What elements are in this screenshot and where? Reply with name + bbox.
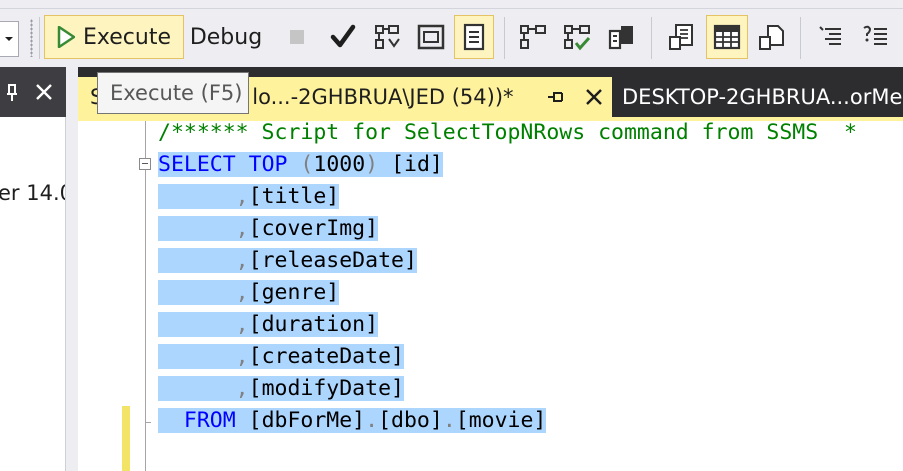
- code-line-column[interactable]: ,[genre]: [158, 278, 340, 308]
- display-estimated-plan-button[interactable]: [368, 15, 406, 59]
- pin-icon[interactable]: [546, 89, 566, 105]
- client-statistics-icon: [606, 23, 636, 51]
- outline-region-end: [145, 422, 151, 423]
- tooltip-text: Execute (F5): [110, 81, 243, 105]
- chevron-down-icon: [5, 37, 13, 41]
- tab-desktop-query[interactable]: DESKTOP-2GHBRUA...orMe: [612, 77, 903, 117]
- execute-label: Execute: [83, 24, 171, 50]
- code-line-column[interactable]: ,[modifyDate]: [158, 374, 404, 404]
- stop-icon: [289, 29, 305, 45]
- comment-lines-icon: [818, 25, 844, 49]
- code-line-comment[interactable]: /****** Script for SelectTopNRows comman…: [158, 121, 857, 148]
- unsaved-change-marker: [122, 406, 130, 471]
- results-to-file-icon: [757, 23, 785, 51]
- toolbar-grip[interactable]: [30, 19, 33, 57]
- results-to-file-button[interactable]: [752, 15, 790, 59]
- debug-label: Debug: [189, 24, 263, 50]
- tab-title: DESKTOP-2GHBRUA...orMe: [622, 85, 903, 109]
- live-statistics-icon: [562, 23, 592, 51]
- code-line-column[interactable]: ,[coverImg]: [158, 214, 379, 244]
- outline-region: [145, 171, 146, 423]
- document-icon: [463, 23, 485, 51]
- sql-editor-toolbar: Execute Debug: [0, 9, 903, 67]
- code-line-from[interactable]: FROM [dbForMe].[dbo].[movie]: [158, 406, 547, 436]
- parse-button[interactable]: [324, 15, 362, 59]
- collapse-toggle[interactable]: [139, 158, 151, 170]
- toolbar-separator: [39, 17, 40, 59]
- code-line-column[interactable]: ,[releaseDate]: [158, 246, 417, 276]
- server-tree-node[interactable]: er 14.0: [0, 181, 65, 205]
- close-icon[interactable]: [34, 82, 54, 102]
- object-explorer-panel: er 14.0: [0, 117, 66, 471]
- uncomment-lines-icon: [861, 24, 889, 50]
- results-to-grid-button[interactable]: [706, 15, 748, 59]
- toolbar-separator: [504, 17, 505, 59]
- comment-out-lines-button[interactable]: [812, 15, 850, 59]
- query-window-icon: [417, 24, 445, 50]
- object-explorer-header: [0, 67, 66, 117]
- code-line-column[interactable]: ,[duration]: [158, 310, 379, 340]
- execution-plan-icon: [373, 23, 401, 51]
- uncomment-lines-button[interactable]: [856, 15, 894, 59]
- execute-tooltip: Execute (F5): [97, 72, 249, 114]
- close-icon[interactable]: [584, 87, 604, 107]
- code-line-select[interactable]: SELECT TOP (1000) [id]: [158, 150, 443, 180]
- query-options-button[interactable]: [412, 15, 450, 59]
- code-line-column[interactable]: ,[title]: [158, 182, 340, 212]
- toolbar-separator: [800, 17, 801, 59]
- panel-splitter[interactable]: [66, 67, 78, 471]
- client-statistics-button[interactable]: [602, 15, 640, 59]
- code-line-column[interactable]: ,[createDate]: [158, 342, 404, 372]
- stop-button[interactable]: [282, 15, 312, 59]
- play-icon: [57, 26, 75, 48]
- results-to-text-button[interactable]: [662, 15, 700, 59]
- grid-icon: [713, 24, 741, 50]
- database-dropdown[interactable]: [0, 21, 19, 57]
- execute-button[interactable]: Execute: [44, 15, 184, 59]
- pin-icon[interactable]: [4, 83, 20, 103]
- top-menu-strip: [0, 0, 903, 9]
- live-query-statistics-button[interactable]: [558, 15, 596, 59]
- actual-plan-icon: [518, 23, 548, 51]
- intellisense-button[interactable]: [454, 15, 494, 59]
- results-to-text-icon: [667, 23, 695, 51]
- include-actual-plan-button[interactable]: [514, 15, 552, 59]
- toolbar-separator: [651, 17, 652, 59]
- debug-button[interactable]: Debug: [186, 15, 266, 59]
- query-editor[interactable]: /****** Script for SelectTopNRows comman…: [78, 121, 903, 471]
- checkmark-icon: [330, 24, 356, 50]
